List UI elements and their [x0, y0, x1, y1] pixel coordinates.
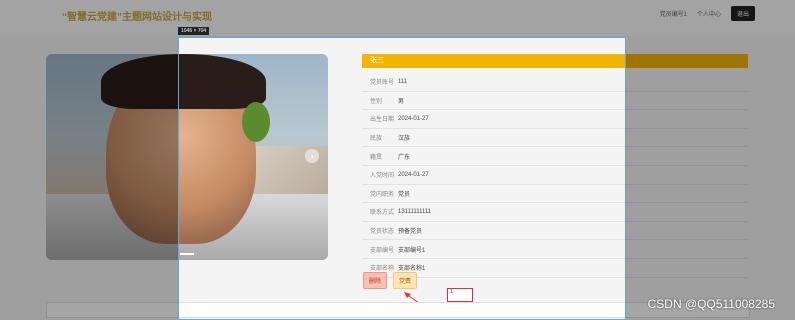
watermark: CSDN @QQ511008285: [647, 297, 775, 311]
size-badge: 1046 × 704: [178, 27, 210, 35]
selection-frame: [178, 37, 626, 320]
